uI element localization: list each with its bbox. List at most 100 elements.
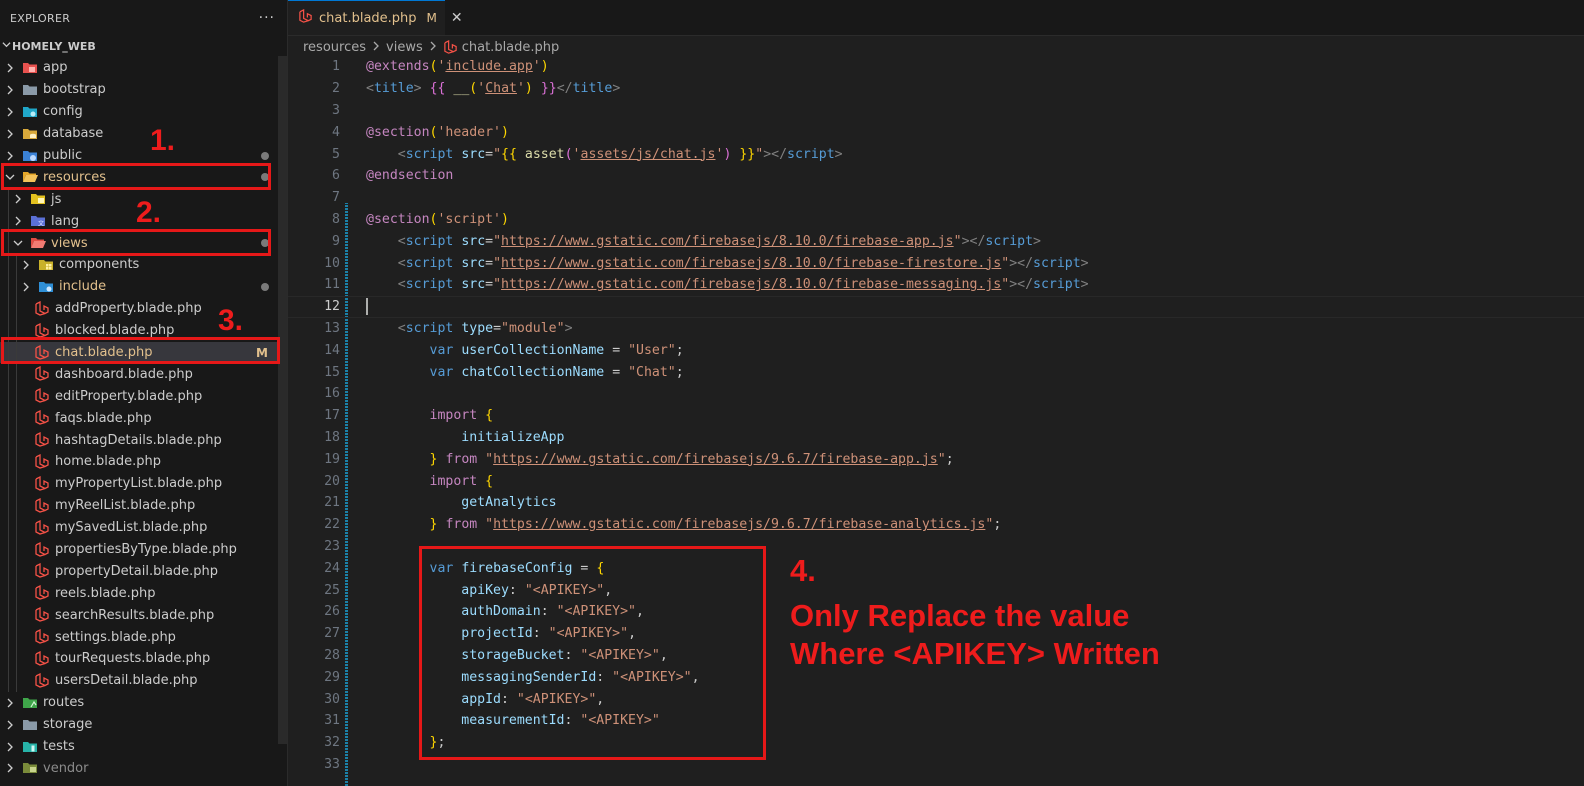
tree-folder-tests[interactable]: tests: [0, 736, 280, 758]
tree-folder-storage[interactable]: storage: [0, 714, 280, 736]
breadcrumb-resources[interactable]: resources: [303, 40, 366, 55]
code-line[interactable]: 13 <script type="module">: [288, 318, 1584, 340]
code-line[interactable]: 10 <script src="https://www.gstatic.com/…: [288, 252, 1584, 274]
tree-file-hashtagdetails-blade-php[interactable]: hashtagDetails.blade.php: [0, 429, 280, 452]
code-line[interactable]: 2 <title> {{ __('Chat') }}</title>: [288, 78, 1584, 100]
code-line[interactable]: 3: [288, 100, 1584, 122]
indent-guide: [8, 429, 9, 452]
code-line[interactable]: 14 var userCollectionName = "User";: [288, 339, 1584, 361]
tree-folder-config[interactable]: config: [0, 101, 280, 123]
tree-file-mysavedlist-blade-php[interactable]: mySavedList.blade.php: [0, 516, 280, 539]
code-text: <title> {{ __('Chat') }}</title>: [366, 81, 621, 97]
tree-item-label: myReelList.blade.php: [55, 498, 196, 514]
laravel-file-icon: [34, 475, 50, 492]
code-text: <script src="https://www.gstatic.com/fir…: [397, 255, 1089, 271]
code-line[interactable]: 16: [288, 383, 1584, 405]
tab-chat-blade[interactable]: chat.blade.php M ✕: [288, 0, 463, 35]
workspace-root[interactable]: HOMELY_WEB: [0, 36, 287, 56]
tree-file-faqs-blade-php[interactable]: faqs.blade.php: [0, 407, 280, 430]
tree-item-label: include: [59, 279, 107, 295]
code-line[interactable]: 20 import {: [288, 470, 1584, 492]
line-number: 12: [324, 299, 340, 315]
line-number: 7: [332, 190, 340, 206]
tree-file-editproperty-blade-php[interactable]: editProperty.blade.php: [0, 385, 280, 408]
code-line[interactable]: 12: [288, 296, 1584, 318]
close-icon[interactable]: ✕: [451, 10, 463, 26]
code-line[interactable]: 1 @extends('include.app'): [288, 56, 1584, 78]
code-line[interactable]: 7: [288, 187, 1584, 209]
code-line[interactable]: 18 initializeApp: [288, 427, 1584, 449]
code-line[interactable]: 9 <script src="https://www.gstatic.com/f…: [288, 230, 1584, 252]
line-number: 21: [324, 495, 340, 511]
tree-folder-include[interactable]: include: [0, 275, 280, 298]
code-line[interactable]: 4 @section('header'): [288, 121, 1584, 143]
code-line[interactable]: 17 import {: [288, 405, 1584, 427]
highlight-firebase-config: [419, 546, 766, 760]
tree-item-label: propertiesByType.blade.php: [55, 542, 237, 558]
indent-guide: [16, 429, 17, 452]
tree-item-label: mySavedList.blade.php: [55, 520, 208, 536]
tree-folder-database[interactable]: database: [0, 123, 280, 145]
code-line[interactable]: 21 getAnalytics: [288, 492, 1584, 514]
code-text: initializeApp: [461, 429, 565, 445]
tree-file-reels-blade-php[interactable]: reels.blade.php: [0, 582, 280, 605]
indent-guide: [8, 494, 9, 517]
breadcrumb-views[interactable]: views: [386, 40, 423, 55]
tree-item-label: js: [51, 191, 62, 207]
code-line[interactable]: 15 var chatCollectionName = "Chat";: [288, 361, 1584, 383]
tree-file-home-blade-php[interactable]: home.blade.php: [0, 451, 280, 473]
code-line[interactable]: 22 } from "https://www.gstatic.com/fireb…: [288, 514, 1584, 536]
modified-dot-indicator: [261, 282, 269, 291]
instruction-line-2: Where <APIKEY> Written: [790, 636, 1160, 671]
indent-guide: [8, 648, 9, 670]
sidebar-scrollbar[interactable]: [278, 56, 287, 744]
tab-modified-badge: M: [426, 11, 437, 25]
code-line[interactable]: 6 @endsection: [288, 165, 1584, 187]
line-number: 1: [332, 59, 340, 75]
tree-file-settings-blade-php[interactable]: settings.blade.php: [0, 626, 280, 649]
code-text: } from "https://www.gstatic.com/firebase…: [429, 517, 1002, 533]
tree-file-tourrequests-blade-php[interactable]: tourRequests.blade.php: [0, 648, 280, 670]
tree-item-label: storage: [43, 717, 93, 733]
indent-guide: [8, 560, 9, 583]
code-line[interactable]: 5 <script src="{{ asset('assets/js/chat.…: [288, 143, 1584, 165]
code-line[interactable]: 19 } from "https://www.gstatic.com/fireb…: [288, 448, 1584, 470]
tree-folder-vendor[interactable]: vendor: [0, 758, 280, 780]
line-number: 31: [324, 713, 340, 729]
tree-file-mypropertylist-blade-php[interactable]: myPropertyList.blade.php: [0, 472, 280, 495]
indent-guide: [16, 451, 17, 473]
code-line[interactable]: 8 @section('script'): [288, 209, 1584, 231]
code-text: [366, 298, 368, 316]
tree-file-searchresults-blade-php[interactable]: searchResults.blade.php: [0, 604, 280, 627]
tree-file-myreellist-blade-php[interactable]: myReelList.blade.php: [0, 494, 280, 517]
folder-lang-icon: 文: [30, 213, 46, 229]
code-line[interactable]: 11 <script src="https://www.gstatic.com/…: [288, 274, 1584, 296]
folder-include-icon: [38, 279, 54, 295]
tree-item-label: editProperty.blade.php: [55, 388, 203, 404]
laravel-file-icon: [34, 629, 50, 645]
more-actions-icon[interactable]: ···: [259, 10, 275, 26]
chevron-right-icon: [4, 697, 16, 709]
folder-icon: [22, 82, 38, 98]
text-cursor: [366, 298, 368, 316]
tree-folder-components[interactable]: components: [0, 254, 280, 276]
chevron-right-icon: [20, 281, 32, 293]
line-number: 2: [332, 81, 340, 97]
line-number: 17: [324, 408, 340, 424]
tree-folder-bootstrap[interactable]: bootstrap: [0, 79, 280, 101]
tree-file-propertiesbytype-blade-php[interactable]: propertiesByType.blade.php: [0, 538, 280, 561]
line-number: 6: [332, 168, 340, 184]
indent-guide: [16, 297, 17, 320]
code-text: getAnalytics: [461, 495, 557, 511]
tree-folder-app[interactable]: app: [0, 57, 280, 79]
indent-guide: [8, 188, 9, 211]
code-text: <script src="https://www.gstatic.com/fir…: [397, 233, 1041, 249]
tree-folder-routes[interactable]: routes: [0, 692, 280, 714]
line-number: 25: [324, 582, 340, 598]
tree-file-dashboard-blade-php[interactable]: dashboard.blade.php: [0, 363, 280, 386]
tree-file-usersdetail-blade-php[interactable]: usersDetail.blade.php: [0, 669, 280, 692]
tree-item-label: components: [59, 257, 140, 273]
highlight-views: [1, 229, 271, 256]
tree-file-propertydetail-blade-php[interactable]: propertyDetail.blade.php: [0, 560, 280, 583]
breadcrumb-file[interactable]: chat.blade.php: [462, 40, 560, 55]
